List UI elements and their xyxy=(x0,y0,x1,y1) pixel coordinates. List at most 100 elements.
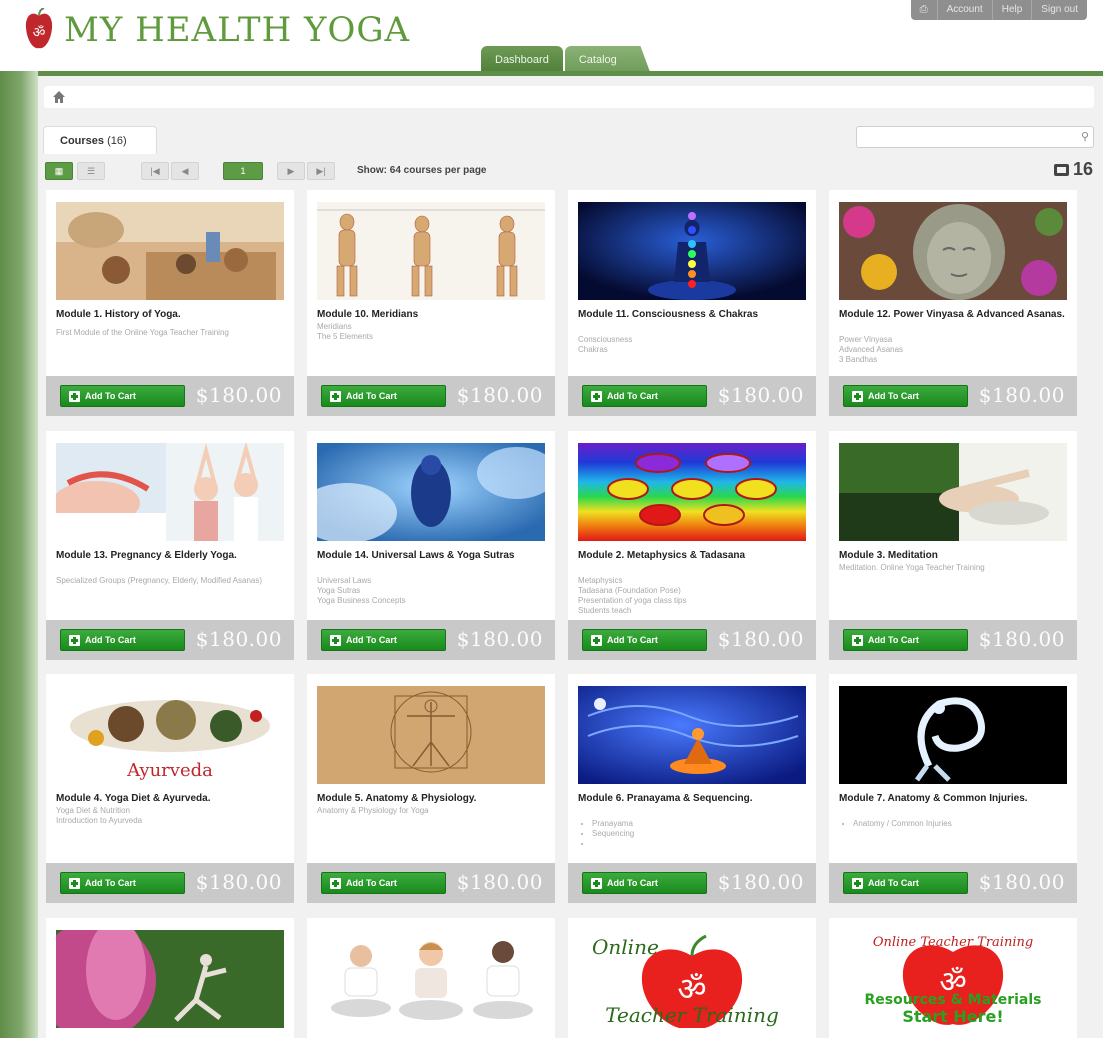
pregnancy-elderly-image[interactable] xyxy=(56,443,284,541)
add-to-cart-button[interactable]: Add To Cart xyxy=(582,629,707,651)
history-of-yoga-image[interactable] xyxy=(56,202,284,300)
courses-tab-count: (16) xyxy=(107,135,127,147)
course-title[interactable]: Module 12. Power Vinyasa & Advanced Asan… xyxy=(839,308,1071,322)
chakra-symbols-image[interactable] xyxy=(578,443,806,541)
current-page-button[interactable]: 1 xyxy=(223,162,263,180)
next-page-button[interactable]: ▶ xyxy=(277,162,305,180)
help-link[interactable]: Help xyxy=(991,0,1032,20)
course-description-line: The 5 Elements xyxy=(317,332,374,341)
buddha-image[interactable] xyxy=(839,202,1067,300)
add-to-cart-button[interactable]: Add To Cart xyxy=(843,629,968,651)
home-icon[interactable] xyxy=(52,90,66,104)
svg-text:Online Teacher Training: Online Teacher Training xyxy=(873,935,1033,950)
search-icon[interactable]: ⚲ xyxy=(1081,130,1089,143)
course-card[interactable] xyxy=(307,918,555,1038)
tab-catalog[interactable]: Catalog xyxy=(564,46,651,74)
course-description-line: Introduction to Ayurveda xyxy=(56,816,143,825)
add-to-cart-button[interactable]: Add To Cart xyxy=(321,629,446,651)
course-description-bullet: Pranayama xyxy=(592,819,810,829)
course-card[interactable]: Module 7. Anatomy & Common Injuries. Anat… xyxy=(829,674,1077,903)
course-title[interactable]: Module 2. Metaphysics & Tadasana xyxy=(578,549,810,563)
plus-icon xyxy=(69,635,80,646)
add-to-cart-label: Add To Cart xyxy=(346,878,397,888)
course-description-bullet: Anatomy / Common Injuries xyxy=(853,819,1071,829)
course-count: 16 xyxy=(1053,159,1093,180)
xray-pose-image[interactable] xyxy=(839,686,1067,784)
list-view-button[interactable]: ☰ xyxy=(77,162,105,180)
plus-icon xyxy=(330,635,341,646)
lotus-pose-image[interactable] xyxy=(56,930,284,1028)
site-logo[interactable]: ॐ MY HEALTH YOGA xyxy=(24,7,410,52)
course-description-line: Anatomy & Physiology for Yoga xyxy=(317,806,429,815)
course-card[interactable]: Module 3. Meditation Meditation. Online Y… xyxy=(829,431,1077,660)
account-link[interactable]: Account xyxy=(936,0,992,20)
add-to-cart-button[interactable]: Add To Cart xyxy=(321,872,446,894)
course-search-input[interactable]: ⚲ xyxy=(856,126,1094,148)
course-price: $180.00 xyxy=(978,870,1065,894)
add-to-cart-button[interactable]: Add To Cart xyxy=(60,629,185,651)
add-to-cart-button[interactable]: Add To Cart xyxy=(321,385,446,407)
chakras-image[interactable] xyxy=(578,202,806,300)
add-to-cart-button[interactable]: Add To Cart xyxy=(843,872,968,894)
add-to-cart-button[interactable]: Add To Cart xyxy=(582,872,707,894)
sign-out-link[interactable]: Sign out xyxy=(1031,0,1087,20)
course-description: Specialized Groups (Pregnancy, Elderly, … xyxy=(56,576,288,586)
add-to-cart-button[interactable]: Add To Cart xyxy=(60,385,185,407)
meditation-image[interactable] xyxy=(839,443,1067,541)
course-description: Universal Laws Yoga Sutras Yoga Business C… xyxy=(317,576,549,606)
course-card[interactable]: ॐ Online Teacher Training xyxy=(568,918,816,1038)
course-title[interactable]: Module 3. Meditation xyxy=(839,549,1071,563)
add-to-cart-button[interactable]: Add To Cart xyxy=(843,385,968,407)
course-title[interactable]: Module 6. Pranayama & Sequencing. xyxy=(578,792,810,806)
tab-courses[interactable]: Courses (16) xyxy=(43,126,157,154)
course-card[interactable]: ॐ Online Teacher Training Resources & Mate… xyxy=(829,918,1077,1038)
grid-view-button[interactable]: ▦ xyxy=(45,162,73,180)
meridians-chart-image[interactable] xyxy=(317,202,545,300)
add-to-cart-label: Add To Cart xyxy=(346,391,397,401)
course-title[interactable]: Module 14. Universal Laws & Yoga Sutras xyxy=(317,549,549,563)
course-description-line: Presentation of yoga class tips xyxy=(578,596,687,605)
kids-yoga-image[interactable] xyxy=(317,930,545,1028)
svg-text:Start Here!: Start Here! xyxy=(902,1007,1003,1026)
vitruvian-man-image[interactable] xyxy=(317,686,545,784)
tab-dashboard[interactable]: Dashboard xyxy=(481,46,563,74)
course-count-value: 16 xyxy=(1072,159,1093,179)
add-to-cart-label: Add To Cart xyxy=(85,878,136,888)
prev-page-button[interactable]: ◀ xyxy=(171,162,199,180)
pranayama-image[interactable] xyxy=(578,686,806,784)
course-card[interactable]: Module 13. Pregnancy & Elderly Yoga. Spec… xyxy=(46,431,294,660)
course-card[interactable]: Module 6. Pranayama & Sequencing. Pranaya… xyxy=(568,674,816,903)
course-title[interactable]: Module 1. History of Yoga. xyxy=(56,308,288,322)
universal-laws-image[interactable] xyxy=(317,443,545,541)
plus-icon xyxy=(591,878,602,889)
card-footer: Add To Cart $180.00 xyxy=(307,863,555,903)
print-icon[interactable]: ⎙ xyxy=(911,0,937,20)
course-card[interactable]: Module 5. Anatomy & Physiology. Anatomy &… xyxy=(307,674,555,903)
course-card[interactable]: Module 14. Universal Laws & Yoga Sutras U… xyxy=(307,431,555,660)
svg-text:Online: Online xyxy=(592,935,659,959)
course-description: Consciousness Chakras xyxy=(578,335,810,355)
course-card[interactable] xyxy=(46,918,294,1038)
course-title[interactable]: Module 7. Anatomy & Common Injuries. xyxy=(839,792,1071,806)
ayurveda-image[interactable]: Ayurveda xyxy=(56,686,284,784)
course-card[interactable]: Module 1. History of Yoga. First Module o… xyxy=(46,190,294,416)
course-description-line: Chakras xyxy=(578,345,608,354)
teacher-training-logo-image[interactable]: ॐ Online Teacher Training xyxy=(578,930,806,1028)
course-card[interactable]: Module 10. Meridians Meridians The 5 Eleme… xyxy=(307,190,555,416)
course-card[interactable]: Module 12. Power Vinyasa & Advanced Asan… xyxy=(829,190,1077,416)
course-card[interactable]: Module 11. Consciousness & Chakras Consci… xyxy=(568,190,816,416)
course-title[interactable]: Module 13. Pregnancy & Elderly Yoga. xyxy=(56,549,288,563)
course-card[interactable]: Module 2. Metaphysics & Tadasana Metaphys… xyxy=(568,431,816,660)
course-title[interactable]: Module 4. Yoga Diet & Ayurveda. xyxy=(56,792,288,806)
add-to-cart-button[interactable]: Add To Cart xyxy=(60,872,185,894)
course-title[interactable]: Module 10. Meridians xyxy=(317,308,549,322)
resources-logo-image[interactable]: ॐ Online Teacher Training Resources & Mate… xyxy=(839,930,1067,1028)
course-description-line: 3 Bandhas xyxy=(839,355,878,364)
last-page-button[interactable]: ▶| xyxy=(307,162,335,180)
course-card[interactable]: Ayurveda Module 4. Yoga Diet & Ayurveda. Y… xyxy=(46,674,294,903)
per-page-label[interactable]: Show: 64 courses per page xyxy=(357,165,487,176)
course-title[interactable]: Module 5. Anatomy & Physiology. xyxy=(317,792,549,806)
add-to-cart-button[interactable]: Add To Cart xyxy=(582,385,707,407)
course-title[interactable]: Module 11. Consciousness & Chakras xyxy=(578,308,810,322)
first-page-button[interactable]: |◀ xyxy=(141,162,169,180)
